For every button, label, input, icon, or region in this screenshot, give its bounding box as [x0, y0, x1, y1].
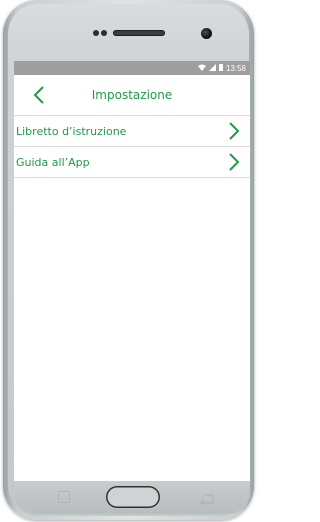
sensor-dot	[93, 30, 99, 36]
back-button[interactable]	[30, 85, 50, 105]
status-bar: 13:58	[14, 61, 250, 75]
menu-item-label: Libretto d’istruzione	[16, 124, 127, 138]
signal-icon	[208, 63, 216, 73]
status-time: 13:58	[225, 63, 246, 73]
battery-icon	[218, 63, 223, 73]
back-key-icon[interactable]	[200, 490, 214, 507]
front-camera	[201, 28, 212, 39]
screen: 13:58 Impostazione Libretto d’istruzione…	[14, 61, 250, 481]
chevron-right-icon	[228, 153, 240, 171]
menu-item-app-guide[interactable]: Guida all’App	[14, 147, 250, 178]
hardware-nav-bar	[14, 481, 250, 514]
wifi-icon	[197, 64, 206, 73]
speaker-grille	[113, 30, 165, 36]
chevron-left-icon	[33, 86, 44, 104]
home-button[interactable]	[106, 486, 160, 508]
recent-apps-icon[interactable]	[58, 491, 70, 503]
menu-item-label: Guida all’App	[16, 155, 90, 169]
sensor-dots	[93, 30, 107, 36]
sensor-dot	[101, 30, 107, 36]
app-bar: Impostazione	[14, 75, 250, 116]
menu-item-manual[interactable]: Libretto d’istruzione	[14, 116, 250, 147]
chevron-right-icon	[228, 122, 240, 140]
